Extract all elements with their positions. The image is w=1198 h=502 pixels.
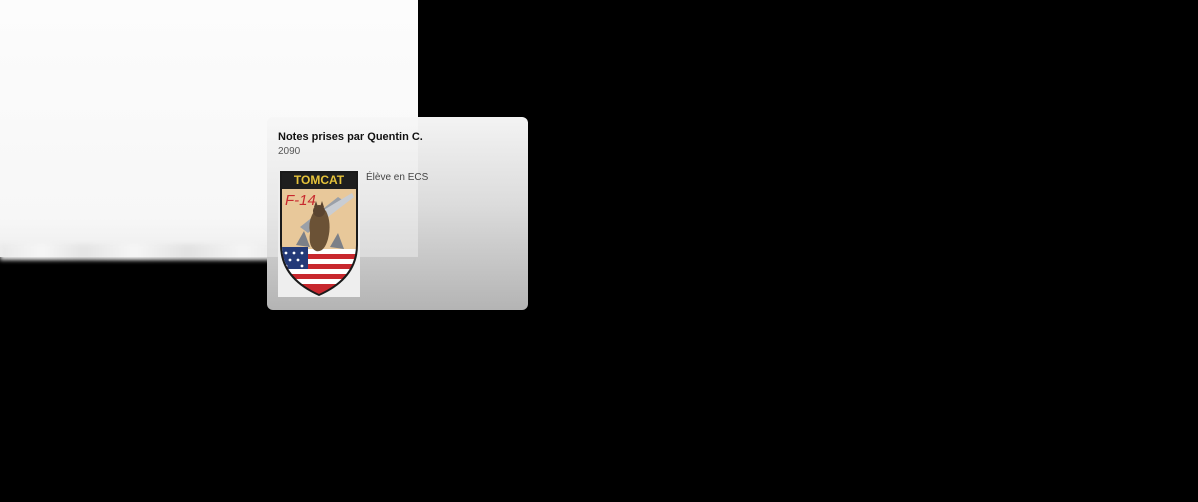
- user-hover-card[interactable]: Notes prises par Quentin C. 2090 TOMCAT …: [267, 117, 528, 310]
- tomcat-patch-image: TOMCAT F-14: [280, 171, 358, 296]
- patch-top-text: TOMCAT: [294, 173, 345, 187]
- card-description: Élève en ECS: [366, 172, 429, 183]
- card-subtitle: 2090: [278, 146, 301, 157]
- card-title[interactable]: Notes prises par Quentin C.: [278, 131, 423, 143]
- avatar[interactable]: TOMCAT F-14: [278, 167, 360, 297]
- patch-side-text: F-14: [285, 192, 316, 209]
